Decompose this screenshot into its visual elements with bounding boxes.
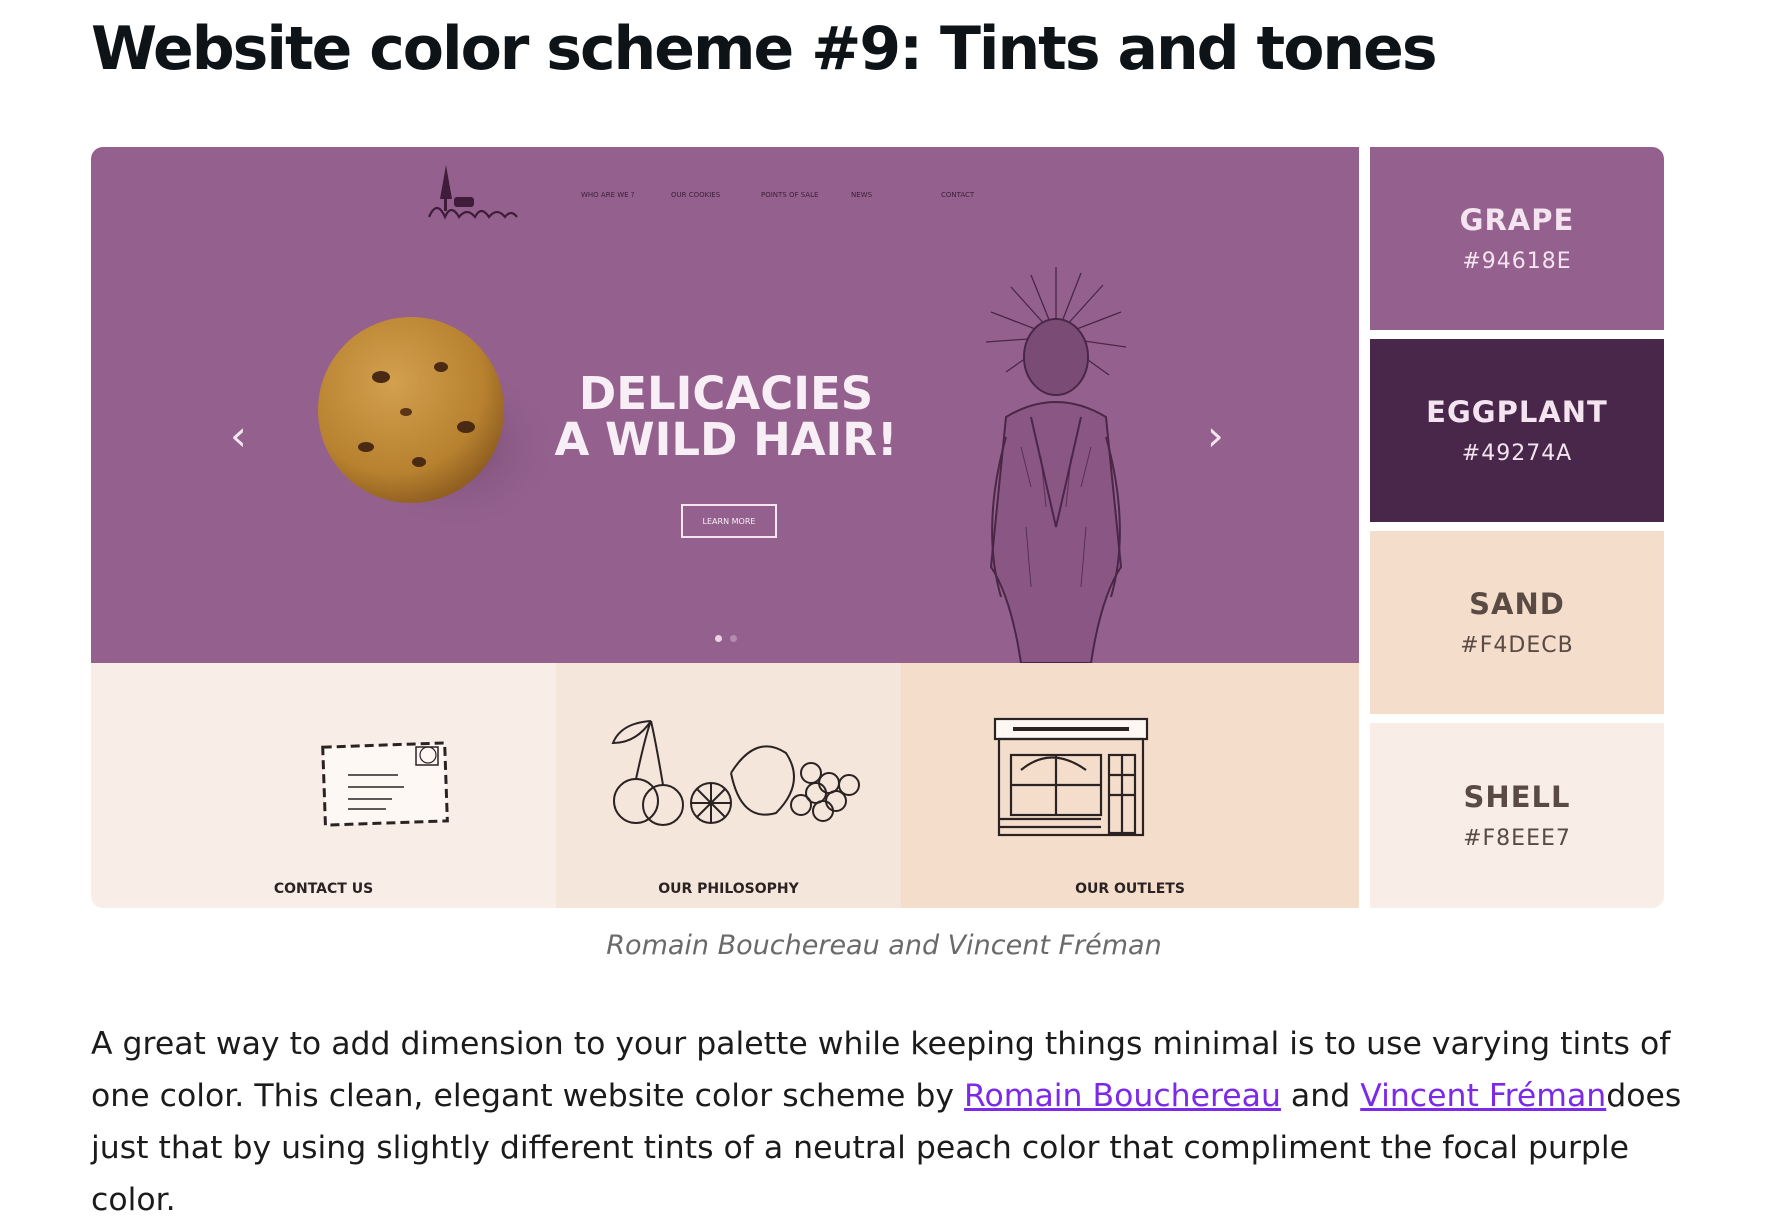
swatch-sand: SAND #F4DECB <box>1370 531 1664 714</box>
nav-item-points[interactable]: Points of sale <box>761 191 851 199</box>
storefront-icon <box>993 717 1149 837</box>
nav-item-cookies[interactable]: Our cookies <box>671 191 761 199</box>
swatch-grape: GRAPE #94618E <box>1370 147 1664 330</box>
swatch-hex: #F8EEE7 <box>1463 826 1571 851</box>
color-scheme-figure: Who are we ? Our cookies Points of sale … <box>91 147 1664 908</box>
paragraph-line-2-end: does <box>1606 1078 1682 1114</box>
swatch-name: GRAPE <box>1459 203 1575 237</box>
swatch-hex: #F4DECB <box>1460 633 1574 658</box>
prev-arrow-icon[interactable]: ‹ <box>230 415 247 457</box>
porcupine-illustration-icon <box>985 267 1127 663</box>
paragraph-line-3: just that by using slightly different ti… <box>91 1130 1630 1166</box>
article-title: Website color scheme #9: Tints and tones <box>91 14 1438 84</box>
headline-line-1: DELICACIES <box>578 367 874 420</box>
nav-item-news[interactable]: News <box>851 191 941 199</box>
hero-banner: Who are we ? Our cookies Points of sale … <box>91 147 1359 663</box>
carousel-dot-1[interactable] <box>715 635 722 642</box>
paragraph-line-2-start: one color. This clean, elegant website c… <box>91 1078 965 1114</box>
swatch-hex: #49274A <box>1461 441 1573 466</box>
learn-more-button[interactable]: LEARN MORE <box>681 504 777 538</box>
next-arrow-icon[interactable]: › <box>1207 415 1224 457</box>
paragraph-line-4: color. <box>91 1182 176 1218</box>
envelope-icon <box>321 741 449 827</box>
card-contact[interactable]: CONTACT US <box>91 663 556 908</box>
card-label: CONTACT US <box>273 881 374 897</box>
mockup-nav: Who are we ? Our cookies Points of sale … <box>581 191 1031 199</box>
brand-logo-icon <box>427 165 518 220</box>
swatch-name: EGGPLANT <box>1426 395 1608 429</box>
card-outlets[interactable]: OUR OUTLETS <box>901 663 1359 908</box>
link-romain-bouchereau[interactable]: Romain Bouchereau <box>964 1078 1281 1114</box>
swatch-name: SHELL <box>1463 780 1571 814</box>
headline-line-2: A WILD HAIR! <box>554 413 898 466</box>
paragraph-line-1: A great way to add dimension to your pal… <box>91 1026 1671 1062</box>
feature-cards: CONTACT US OUR PHILOSOPHY OUR OUTLETS <box>91 663 1359 908</box>
article-paragraph: A great way to add dimension to your pal… <box>91 1018 1681 1226</box>
nav-item-contact[interactable]: Contact <box>941 191 1031 199</box>
link-vincent-freman[interactable]: Vincent Fréman <box>1360 1078 1606 1114</box>
swatch-name: SAND <box>1469 587 1565 621</box>
swatch-eggplant: EGGPLANT #49274A <box>1370 339 1664 522</box>
swatch-shell: SHELL #F8EEE7 <box>1370 723 1664 908</box>
carousel-dot-2[interactable] <box>730 635 737 642</box>
card-label: OUR OUTLETS <box>1075 881 1185 897</box>
fruits-icon <box>611 720 860 826</box>
nav-item-who[interactable]: Who are we ? <box>581 191 671 199</box>
card-label: OUR PHILOSOPHY <box>658 881 799 897</box>
hero-headline: DELICACIES A WILD HAIR! <box>501 371 951 463</box>
figure-caption: Romain Bouchereau and Vincent Fréman <box>606 930 1162 961</box>
paragraph-and: and <box>1280 1078 1361 1114</box>
color-palette: GRAPE #94618E EGGPLANT #49274A SAND #F4D… <box>1370 147 1664 908</box>
card-philosophy[interactable]: OUR PHILOSOPHY <box>556 663 901 908</box>
carousel-dots[interactable] <box>715 635 737 642</box>
swatch-hex: #94618E <box>1462 249 1572 274</box>
website-mockup: Who are we ? Our cookies Points of sale … <box>91 147 1359 908</box>
